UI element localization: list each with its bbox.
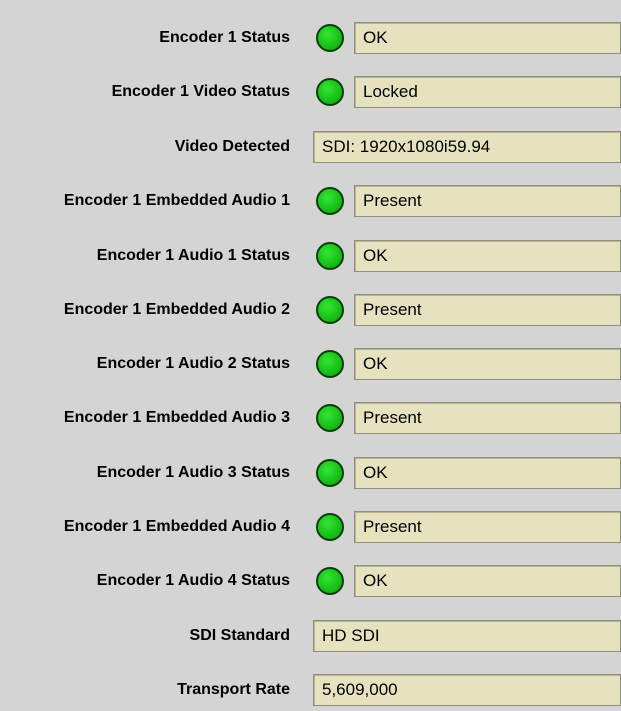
status-row-video-detected: Video Detected SDI: 1920x1080i59.94 [0, 127, 621, 167]
row-label: Encoder 1 Embedded Audio 2 [63, 301, 290, 318]
row-label: Encoder 1 Video Status [111, 83, 290, 100]
value-field: 5,609,000 [313, 674, 621, 706]
value-field: OK [354, 565, 621, 597]
row-label: Encoder 1 Audio 3 Status [96, 464, 290, 481]
status-led-icon [316, 78, 344, 106]
value-field: OK [354, 22, 621, 54]
status-led-icon [316, 513, 344, 541]
status-row-encoder-status: Encoder 1 Status OK [0, 18, 621, 58]
status-row-audio-4-status: Encoder 1 Audio 4 Status OK [0, 561, 621, 601]
status-led-icon [316, 350, 344, 378]
value-field: Present [354, 511, 621, 543]
value-field: OK [354, 240, 621, 272]
value-field: Present [354, 185, 621, 217]
value-field: Present [354, 402, 621, 434]
status-row-transport-rate: Transport Rate 5,609,000 [0, 670, 621, 710]
status-row-embedded-audio-4: Encoder 1 Embedded Audio 4 Present [0, 507, 621, 547]
row-label: Encoder 1 Embedded Audio 4 [63, 518, 290, 535]
status-row-audio-2-status: Encoder 1 Audio 2 Status OK [0, 344, 621, 384]
row-label: SDI Standard [189, 627, 290, 644]
status-led-icon [316, 187, 344, 215]
status-led-icon [316, 242, 344, 270]
value-field: Locked [354, 76, 621, 108]
value-field: OK [354, 457, 621, 489]
row-label: Encoder 1 Status [159, 29, 290, 46]
status-row-audio-1-status: Encoder 1 Audio 1 Status OK [0, 236, 621, 276]
status-led-icon [316, 459, 344, 487]
row-label: Encoder 1 Embedded Audio 1 [63, 192, 290, 209]
status-led-icon [316, 296, 344, 324]
status-led-icon [316, 567, 344, 595]
value-field: HD SDI [313, 620, 621, 652]
status-row-video-status: Encoder 1 Video Status Locked [0, 72, 621, 112]
status-row-audio-3-status: Encoder 1 Audio 3 Status OK [0, 453, 621, 493]
row-label: Encoder 1 Audio 1 Status [96, 247, 290, 264]
status-row-embedded-audio-1: Encoder 1 Embedded Audio 1 Present [0, 181, 621, 221]
row-label: Encoder 1 Audio 4 Status [96, 572, 290, 589]
status-row-embedded-audio-3: Encoder 1 Embedded Audio 3 Present [0, 398, 621, 438]
status-row-embedded-audio-2: Encoder 1 Embedded Audio 2 Present [0, 290, 621, 330]
value-field: OK [354, 348, 621, 380]
row-label: Encoder 1 Audio 2 Status [96, 355, 290, 372]
row-label: Transport Rate [177, 681, 290, 698]
value-field: SDI: 1920x1080i59.94 [313, 131, 621, 163]
status-row-sdi-standard: SDI Standard HD SDI [0, 616, 621, 656]
encoder-status-panel: Encoder 1 Status OK Encoder 1 Video Stat… [0, 0, 621, 711]
value-field: Present [354, 294, 621, 326]
row-label: Video Detected [174, 138, 290, 155]
status-led-icon [316, 404, 344, 432]
status-led-icon [316, 24, 344, 52]
row-label: Encoder 1 Embedded Audio 3 [63, 409, 290, 426]
